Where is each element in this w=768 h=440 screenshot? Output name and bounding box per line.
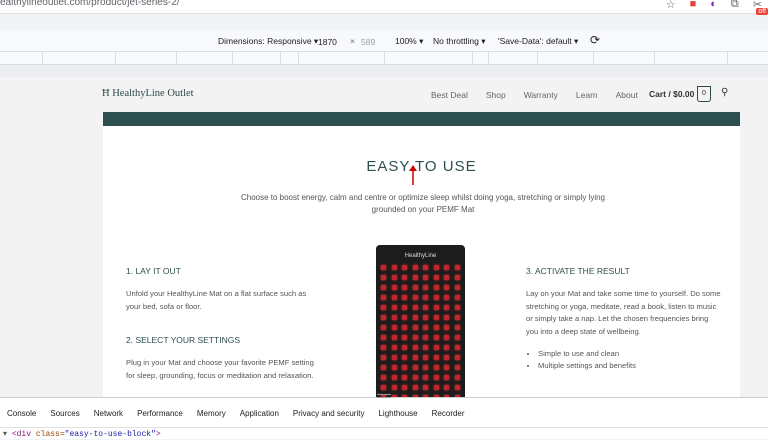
tab-recorder[interactable]: Recorder (425, 406, 472, 424)
puzzle-icon[interactable]: ⧉ (731, 0, 739, 11)
expand-triangle-icon[interactable]: ▾ (3, 430, 7, 439)
rotate-icon[interactable]: ⟳ (590, 33, 600, 47)
nav-learn[interactable]: Learn (576, 90, 598, 100)
height-input[interactable] (361, 35, 393, 48)
zoom-select[interactable]: 100% ▾ (395, 36, 423, 47)
list-item: Multiple settings and benefits (538, 360, 721, 372)
devtools-tabs: Console Sources Network Performance Memo… (0, 406, 472, 424)
times-label: × (350, 36, 355, 46)
device-toolbar: Dimensions: Responsive ▾ × 100% ▾ No thr… (0, 30, 768, 52)
tab-memory[interactable]: Memory (190, 406, 233, 424)
tab-lighthouse[interactable]: Lighthouse (371, 406, 424, 424)
tab-console[interactable]: Console (0, 406, 43, 424)
site-logo[interactable]: Ħ HealthyLine Outlet (102, 88, 194, 99)
throttle-select[interactable]: No throttling ▾ (433, 36, 485, 47)
extension-icon[interactable]: ◐ (710, 0, 717, 11)
step-2-text: Plug in your Mat and choose your favorit… (126, 358, 314, 380)
step-1-text: Unfold your HealthyLine Mat on a flat su… (126, 289, 307, 311)
step-3: 3. ACTIVATE THE RESULT Lay on your Mat a… (526, 265, 721, 373)
devtools-panel: Console Sources Network Performance Memo… (0, 394, 768, 440)
address-bar[interactable]: ealthylineoutlet.com/product/jet-series-… (0, 0, 768, 15)
tab-performance[interactable]: Performance (130, 406, 190, 424)
nav-about[interactable]: About (616, 90, 638, 100)
tab-sources[interactable]: Sources (43, 406, 86, 424)
cart-link[interactable]: Cart / $0.00 (649, 89, 694, 99)
list-item: Simple to use and clean (538, 348, 721, 360)
nav-warranty[interactable]: Warranty (524, 90, 558, 100)
tab-privacy-security[interactable]: Privacy and security (286, 406, 372, 424)
star-icon[interactable]: ☆ (666, 0, 676, 11)
step-3-text: Lay on your Mat and take some time to yo… (526, 289, 721, 336)
site-header: Ħ HealthyLine Outlet Best Deal Shop Warr… (0, 77, 768, 112)
easy-to-use-block: EASY TO USE Choose to boost energy, calm… (103, 112, 740, 405)
pemf-mat-image: HealthyLine (376, 245, 465, 405)
save-data-select[interactable]: 'Save-Data': default ▾ (498, 36, 578, 47)
search-icon[interactable]: ⚲ (721, 87, 728, 98)
main-nav: Best Deal Shop Warranty Learn About (431, 90, 656, 100)
tab-application[interactable]: Application (233, 406, 286, 424)
cart-count-badge[interactable]: 0 (697, 86, 711, 102)
resize-handle[interactable] (377, 394, 391, 398)
step-1: 1. LAY IT OUT Unfold your HealthyLine Ma… (126, 265, 316, 313)
step-2-title: 2. SELECT YOUR SETTINGS (126, 335, 240, 345)
nav-best-deal[interactable]: Best Deal (431, 90, 468, 100)
nav-shop[interactable]: Shop (486, 90, 506, 100)
step-3-title: 3. ACTIVATE THE RESULT (526, 266, 630, 276)
dimensions-select[interactable]: Dimensions: Responsive ▾ (218, 36, 318, 47)
url-text[interactable]: ealthylineoutlet.com/product/jet-series-… (0, 0, 180, 8)
width-input[interactable] (318, 35, 350, 48)
benefits-list: Simple to use and clean Multiple setting… (526, 348, 721, 373)
teal-banner (103, 112, 740, 126)
logo-icon: Ħ (102, 88, 113, 99)
page-viewport: Ħ HealthyLine Outlet Best Deal Shop Warr… (0, 77, 768, 405)
red-arrow-annotation (409, 165, 417, 185)
browser-icons: ☆ ■ ◐ ⧉ ✂ (666, 0, 762, 11)
elements-code-line[interactable]: ▾ <div class="easy-to-use-block"> (0, 427, 768, 440)
mat-logo: HealthyLine (404, 253, 437, 259)
tab-network[interactable]: Network (87, 406, 130, 424)
ruler-bar (0, 65, 768, 77)
mat-stones (381, 265, 460, 405)
intro-text: Choose to boost energy, calm and centre … (240, 193, 606, 214)
step-1-title: 1. LAY IT OUT (126, 266, 181, 276)
media-query-ruler (0, 52, 768, 65)
extension-icon[interactable]: ■ (690, 0, 697, 11)
step-2: 2. SELECT YOUR SETTINGS Plug in your Mat… (126, 334, 321, 382)
section-heading: EASY TO USE (366, 158, 477, 175)
extension-badge: off (756, 8, 768, 15)
